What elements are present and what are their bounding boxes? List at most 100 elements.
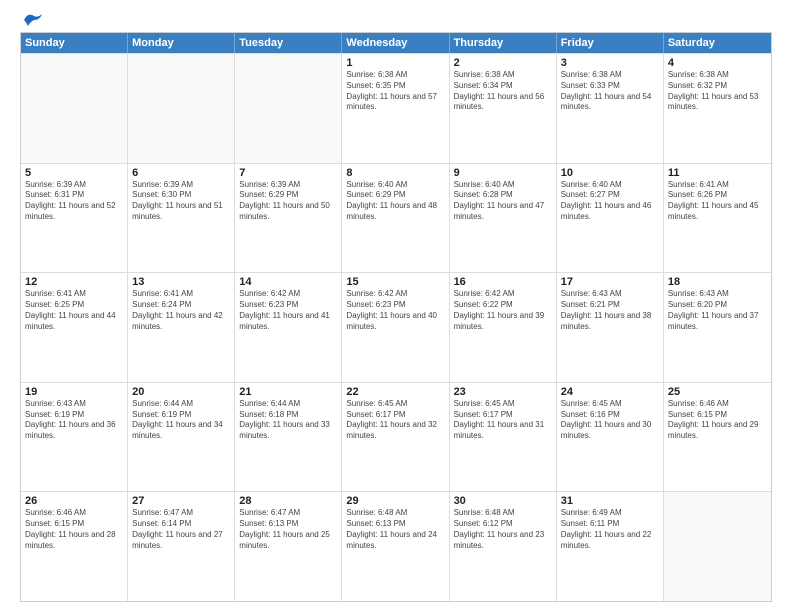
page: SundayMondayTuesdayWednesdayThursdayFrid…	[0, 0, 792, 612]
day-info: Sunrise: 6:41 AM Sunset: 6:24 PM Dayligh…	[132, 289, 230, 332]
day-info: Sunrise: 6:38 AM Sunset: 6:34 PM Dayligh…	[454, 70, 552, 113]
weekday-header-wednesday: Wednesday	[342, 33, 449, 53]
calendar-cell-r1c1: 6Sunrise: 6:39 AM Sunset: 6:30 PM Daylig…	[128, 164, 235, 273]
calendar-cell-r1c3: 8Sunrise: 6:40 AM Sunset: 6:29 PM Daylig…	[342, 164, 449, 273]
day-info: Sunrise: 6:41 AM Sunset: 6:25 PM Dayligh…	[25, 289, 123, 332]
calendar-cell-r1c4: 9Sunrise: 6:40 AM Sunset: 6:28 PM Daylig…	[450, 164, 557, 273]
day-number: 28	[239, 495, 337, 507]
day-number: 22	[346, 386, 444, 398]
day-number: 20	[132, 386, 230, 398]
weekday-header-saturday: Saturday	[664, 33, 771, 53]
day-number: 27	[132, 495, 230, 507]
logo-bird-icon	[22, 12, 44, 28]
day-number: 4	[668, 57, 767, 69]
day-info: Sunrise: 6:43 AM Sunset: 6:21 PM Dayligh…	[561, 289, 659, 332]
day-number: 5	[25, 167, 123, 179]
day-info: Sunrise: 6:48 AM Sunset: 6:13 PM Dayligh…	[346, 508, 444, 551]
calendar-cell-r4c0: 26Sunrise: 6:46 AM Sunset: 6:15 PM Dayli…	[21, 492, 128, 601]
calendar-cell-r4c5: 31Sunrise: 6:49 AM Sunset: 6:11 PM Dayli…	[557, 492, 664, 601]
calendar-cell-r4c4: 30Sunrise: 6:48 AM Sunset: 6:12 PM Dayli…	[450, 492, 557, 601]
header	[20, 16, 772, 24]
day-info: Sunrise: 6:40 AM Sunset: 6:29 PM Dayligh…	[346, 180, 444, 223]
day-number: 12	[25, 276, 123, 288]
day-info: Sunrise: 6:42 AM Sunset: 6:23 PM Dayligh…	[239, 289, 337, 332]
calendar-cell-r3c2: 21Sunrise: 6:44 AM Sunset: 6:18 PM Dayli…	[235, 383, 342, 492]
calendar-cell-r0c4: 2Sunrise: 6:38 AM Sunset: 6:34 PM Daylig…	[450, 54, 557, 163]
day-number: 25	[668, 386, 767, 398]
calendar-cell-r1c0: 5Sunrise: 6:39 AM Sunset: 6:31 PM Daylig…	[21, 164, 128, 273]
calendar-cell-r3c5: 24Sunrise: 6:45 AM Sunset: 6:16 PM Dayli…	[557, 383, 664, 492]
day-number: 19	[25, 386, 123, 398]
day-info: Sunrise: 6:44 AM Sunset: 6:19 PM Dayligh…	[132, 399, 230, 442]
calendar-cell-r0c1	[128, 54, 235, 163]
calendar-cell-r3c1: 20Sunrise: 6:44 AM Sunset: 6:19 PM Dayli…	[128, 383, 235, 492]
day-number: 29	[346, 495, 444, 507]
day-number: 21	[239, 386, 337, 398]
day-number: 24	[561, 386, 659, 398]
day-number: 9	[454, 167, 552, 179]
calendar-cell-r0c2	[235, 54, 342, 163]
day-number: 31	[561, 495, 659, 507]
logo	[20, 16, 44, 24]
calendar-cell-r2c2: 14Sunrise: 6:42 AM Sunset: 6:23 PM Dayli…	[235, 273, 342, 382]
day-number: 30	[454, 495, 552, 507]
day-info: Sunrise: 6:38 AM Sunset: 6:32 PM Dayligh…	[668, 70, 767, 113]
day-info: Sunrise: 6:46 AM Sunset: 6:15 PM Dayligh…	[668, 399, 767, 442]
calendar-cell-r2c6: 18Sunrise: 6:43 AM Sunset: 6:20 PM Dayli…	[664, 273, 771, 382]
day-info: Sunrise: 6:44 AM Sunset: 6:18 PM Dayligh…	[239, 399, 337, 442]
calendar-cell-r2c3: 15Sunrise: 6:42 AM Sunset: 6:23 PM Dayli…	[342, 273, 449, 382]
calendar-cell-r2c1: 13Sunrise: 6:41 AM Sunset: 6:24 PM Dayli…	[128, 273, 235, 382]
calendar-cell-r3c6: 25Sunrise: 6:46 AM Sunset: 6:15 PM Dayli…	[664, 383, 771, 492]
weekday-header-tuesday: Tuesday	[235, 33, 342, 53]
calendar-cell-r2c4: 16Sunrise: 6:42 AM Sunset: 6:22 PM Dayli…	[450, 273, 557, 382]
day-number: 23	[454, 386, 552, 398]
day-info: Sunrise: 6:48 AM Sunset: 6:12 PM Dayligh…	[454, 508, 552, 551]
calendar-cell-r1c2: 7Sunrise: 6:39 AM Sunset: 6:29 PM Daylig…	[235, 164, 342, 273]
calendar-cell-r1c5: 10Sunrise: 6:40 AM Sunset: 6:27 PM Dayli…	[557, 164, 664, 273]
day-info: Sunrise: 6:41 AM Sunset: 6:26 PM Dayligh…	[668, 180, 767, 223]
calendar-cell-r3c0: 19Sunrise: 6:43 AM Sunset: 6:19 PM Dayli…	[21, 383, 128, 492]
day-info: Sunrise: 6:39 AM Sunset: 6:29 PM Dayligh…	[239, 180, 337, 223]
day-info: Sunrise: 6:45 AM Sunset: 6:17 PM Dayligh…	[346, 399, 444, 442]
weekday-header-sunday: Sunday	[21, 33, 128, 53]
calendar: SundayMondayTuesdayWednesdayThursdayFrid…	[20, 32, 772, 602]
calendar-cell-r2c5: 17Sunrise: 6:43 AM Sunset: 6:21 PM Dayli…	[557, 273, 664, 382]
day-number: 15	[346, 276, 444, 288]
weekday-header-monday: Monday	[128, 33, 235, 53]
day-info: Sunrise: 6:40 AM Sunset: 6:28 PM Dayligh…	[454, 180, 552, 223]
day-number: 16	[454, 276, 552, 288]
calendar-cell-r0c5: 3Sunrise: 6:38 AM Sunset: 6:33 PM Daylig…	[557, 54, 664, 163]
calendar-cell-r3c3: 22Sunrise: 6:45 AM Sunset: 6:17 PM Dayli…	[342, 383, 449, 492]
calendar-cell-r4c1: 27Sunrise: 6:47 AM Sunset: 6:14 PM Dayli…	[128, 492, 235, 601]
day-number: 7	[239, 167, 337, 179]
day-number: 10	[561, 167, 659, 179]
day-number: 17	[561, 276, 659, 288]
weekday-header-friday: Friday	[557, 33, 664, 53]
day-info: Sunrise: 6:43 AM Sunset: 6:20 PM Dayligh…	[668, 289, 767, 332]
day-number: 3	[561, 57, 659, 69]
calendar-cell-r0c6: 4Sunrise: 6:38 AM Sunset: 6:32 PM Daylig…	[664, 54, 771, 163]
calendar-row-0: 1Sunrise: 6:38 AM Sunset: 6:35 PM Daylig…	[21, 53, 771, 163]
day-number: 1	[346, 57, 444, 69]
day-info: Sunrise: 6:47 AM Sunset: 6:13 PM Dayligh…	[239, 508, 337, 551]
calendar-header: SundayMondayTuesdayWednesdayThursdayFrid…	[21, 33, 771, 53]
calendar-cell-r4c3: 29Sunrise: 6:48 AM Sunset: 6:13 PM Dayli…	[342, 492, 449, 601]
day-info: Sunrise: 6:39 AM Sunset: 6:31 PM Dayligh…	[25, 180, 123, 223]
day-number: 18	[668, 276, 767, 288]
calendar-row-2: 12Sunrise: 6:41 AM Sunset: 6:25 PM Dayli…	[21, 272, 771, 382]
day-number: 11	[668, 167, 767, 179]
calendar-cell-r0c3: 1Sunrise: 6:38 AM Sunset: 6:35 PM Daylig…	[342, 54, 449, 163]
calendar-body: 1Sunrise: 6:38 AM Sunset: 6:35 PM Daylig…	[21, 53, 771, 601]
day-info: Sunrise: 6:42 AM Sunset: 6:22 PM Dayligh…	[454, 289, 552, 332]
weekday-header-thursday: Thursday	[450, 33, 557, 53]
calendar-cell-r1c6: 11Sunrise: 6:41 AM Sunset: 6:26 PM Dayli…	[664, 164, 771, 273]
day-info: Sunrise: 6:39 AM Sunset: 6:30 PM Dayligh…	[132, 180, 230, 223]
day-info: Sunrise: 6:38 AM Sunset: 6:33 PM Dayligh…	[561, 70, 659, 113]
day-number: 26	[25, 495, 123, 507]
day-info: Sunrise: 6:43 AM Sunset: 6:19 PM Dayligh…	[25, 399, 123, 442]
day-info: Sunrise: 6:42 AM Sunset: 6:23 PM Dayligh…	[346, 289, 444, 332]
calendar-cell-r4c2: 28Sunrise: 6:47 AM Sunset: 6:13 PM Dayli…	[235, 492, 342, 601]
day-number: 8	[346, 167, 444, 179]
calendar-row-1: 5Sunrise: 6:39 AM Sunset: 6:31 PM Daylig…	[21, 163, 771, 273]
day-info: Sunrise: 6:46 AM Sunset: 6:15 PM Dayligh…	[25, 508, 123, 551]
